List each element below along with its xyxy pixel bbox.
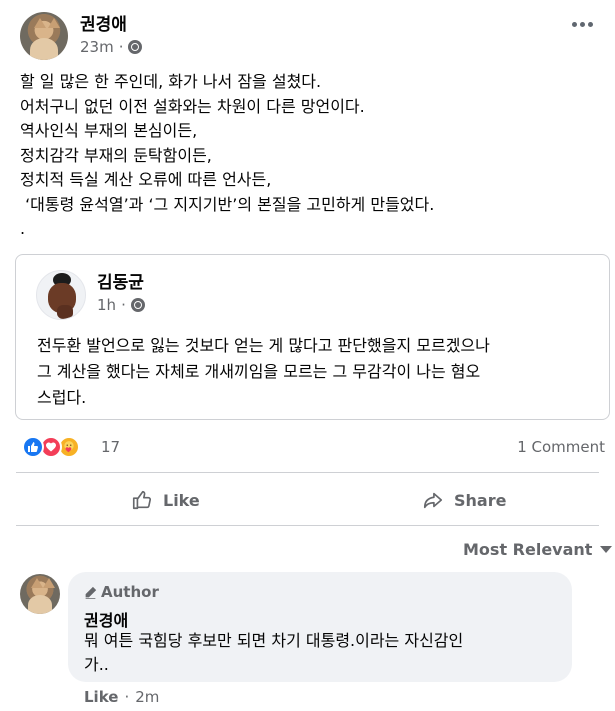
globe-icon[interactable] xyxy=(128,40,143,54)
comment-count[interactable]: 1 Comment xyxy=(517,438,605,456)
comment-text: 뭐 여튼 국힘당 후보만 되면 차기 대통령.이라는 자신감인 가.. xyxy=(84,631,464,674)
share-button[interactable]: Share xyxy=(422,486,506,514)
reaction-icons[interactable] xyxy=(22,436,80,458)
meta-separator: · xyxy=(121,296,126,314)
comment-time[interactable]: 2m xyxy=(135,688,159,706)
cat-ear xyxy=(34,18,46,28)
meta-separator: · xyxy=(124,688,130,706)
comment-actions: Like · 2m xyxy=(84,688,159,706)
dot xyxy=(580,22,585,27)
like-button[interactable]: Like xyxy=(131,486,200,514)
divider xyxy=(16,525,599,526)
comment-author-name[interactable]: 권경애 xyxy=(84,607,128,631)
reaction-count[interactable]: 17 xyxy=(101,438,120,456)
shared-post-text: 전두환 발언으로 잃는 것보다 얻는 게 많다고 판단했을지 모르겠으나 그 계… xyxy=(37,336,490,407)
globe-icon[interactable] xyxy=(130,298,145,312)
author-badge: Author xyxy=(84,583,159,601)
post-meta: 23m · xyxy=(80,38,143,56)
comment-sort-dropdown[interactable]: Most Relevant xyxy=(463,540,613,559)
meta-separator: · xyxy=(118,38,124,56)
memoji-hand xyxy=(57,305,73,319)
sort-label: Most Relevant xyxy=(463,540,593,559)
pencil-icon xyxy=(85,586,97,599)
divider xyxy=(16,472,599,473)
post-author-name[interactable]: 권경애 xyxy=(80,10,127,35)
cat-body xyxy=(30,38,58,60)
dot xyxy=(588,22,593,27)
share-icon xyxy=(423,492,443,509)
cat-ear xyxy=(43,578,55,588)
comment-like-button[interactable]: Like xyxy=(84,688,118,706)
cat-ear xyxy=(31,578,43,588)
caret-down-icon xyxy=(600,546,613,553)
cat-body xyxy=(28,595,52,614)
shared-author-name[interactable]: 김동균 xyxy=(97,268,144,293)
share-button-label: Share xyxy=(454,490,507,510)
shared-meta: 1h · xyxy=(97,296,145,314)
author-badge-label: Author xyxy=(101,583,159,601)
shared-author-avatar[interactable] xyxy=(36,270,86,320)
comment-author-avatar[interactable] xyxy=(20,574,60,614)
like-button-label: Like xyxy=(163,490,200,510)
dot xyxy=(572,22,577,27)
post-time[interactable]: 23m xyxy=(80,38,114,56)
post-text: 할 일 많은 한 주인데, 화가 나서 잠을 설쳤다. 어처구니 없던 이전 설… xyxy=(20,72,435,238)
more-options-icon[interactable] xyxy=(572,22,593,27)
cat-ear xyxy=(48,18,60,28)
thumbs-up-icon xyxy=(132,490,152,510)
shared-time[interactable]: 1h xyxy=(97,296,116,314)
post-author-avatar[interactable] xyxy=(20,12,68,60)
like-icon xyxy=(22,436,44,458)
